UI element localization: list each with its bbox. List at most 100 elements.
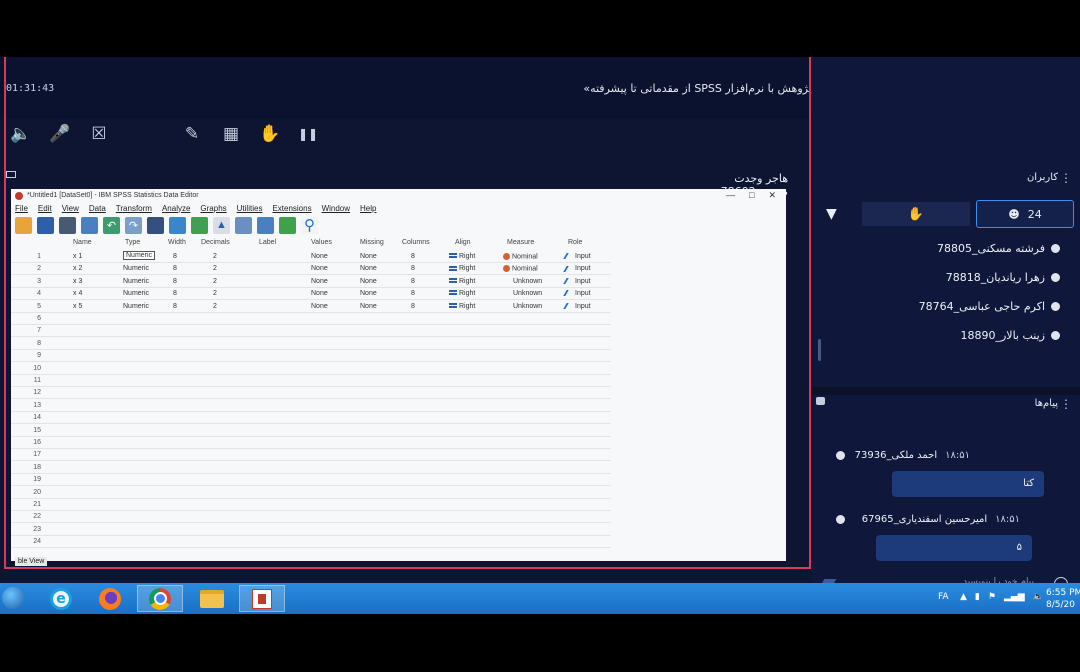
cell-align[interactable]: Right (449, 290, 475, 297)
taskbar-explorer[interactable] (189, 585, 235, 612)
row-number[interactable]: 3 (11, 278, 41, 285)
taskbar-spss[interactable] (239, 585, 285, 612)
row-number[interactable]: 10 (11, 365, 41, 372)
cell-values[interactable]: None (311, 265, 328, 272)
split-file-icon[interactable] (257, 216, 274, 234)
cell-missing[interactable]: None (360, 290, 377, 297)
recall-dialog-icon[interactable] (81, 216, 98, 234)
table-row[interactable]: 24 (11, 536, 611, 549)
cell-width[interactable]: 8 (173, 278, 177, 285)
cell-values[interactable]: None (311, 278, 328, 285)
cell-measure[interactable]: Unknown (503, 303, 542, 310)
cell-name[interactable]: x 2 (73, 265, 82, 272)
filter-icon[interactable]: ▼ (826, 206, 837, 222)
minimize-icon[interactable]: — (726, 190, 735, 201)
cell-dec[interactable]: 2 (213, 290, 217, 297)
row-number[interactable]: 5 (11, 303, 41, 310)
taskbar-chrome[interactable] (137, 585, 183, 612)
cell-type[interactable]: Numeric (123, 251, 156, 260)
table-row[interactable]: 14 (11, 412, 611, 425)
row-number[interactable]: 24 (11, 538, 41, 545)
user-list-scrollbar[interactable] (818, 339, 821, 361)
cell-missing[interactable]: None (360, 278, 377, 285)
table-row[interactable]: 11 (11, 375, 611, 387)
taskbar-clock[interactable]: 6:55 PM 8/5/20 (1046, 587, 1080, 611)
menu-file[interactable]: File (15, 204, 28, 213)
row-number[interactable]: 13 (11, 402, 41, 409)
find-icon[interactable]: ▲ (213, 216, 230, 234)
row-number[interactable]: 16 (11, 439, 41, 446)
row-number[interactable]: 11 (11, 377, 41, 384)
tray-volume-icon[interactable]: 🔈 (1033, 592, 1044, 602)
cell-cols[interactable]: 8 (411, 290, 415, 297)
table-row[interactable]: 8 (11, 338, 611, 350)
menu-extensions[interactable]: Extensions (272, 204, 311, 213)
row-number[interactable]: 21 (11, 501, 41, 508)
cell-dec[interactable]: 2 (213, 265, 217, 272)
variable-view-tab[interactable]: ble View (15, 557, 48, 566)
save-icon[interactable] (37, 216, 54, 234)
cell-missing[interactable]: None (360, 303, 377, 310)
menu-analyze[interactable]: Analyze (162, 204, 190, 213)
cell-name[interactable]: x 3 (73, 278, 82, 285)
col-header-name[interactable]: Name (73, 239, 92, 250)
cell-cols[interactable]: 8 (411, 303, 415, 310)
cell-values[interactable]: None (311, 303, 328, 310)
cell-align[interactable]: Right (449, 265, 475, 272)
list-item[interactable]: زهرا ریاندیان_78818 (946, 268, 1060, 286)
cell-width[interactable]: 8 (173, 265, 177, 272)
cell-measure[interactable]: Nominal (503, 253, 538, 260)
table-row[interactable]: 6 (11, 313, 611, 325)
col-header-role[interactable]: Role (568, 239, 582, 250)
cell-cols[interactable]: 8 (411, 265, 415, 272)
go-to-variable-icon[interactable] (169, 216, 186, 234)
maximize-icon[interactable]: □ (749, 190, 754, 201)
cell-dec[interactable]: 2 (213, 303, 217, 310)
table-row[interactable]: 2 x 2 Numeric 8 2 None None 8 Right Nominal Input (11, 263, 611, 276)
cell-role[interactable]: Input (563, 303, 591, 310)
menu-window[interactable]: Window (322, 204, 350, 213)
row-number[interactable]: 7 (11, 327, 41, 334)
cell-values[interactable]: None (311, 253, 328, 260)
row-number[interactable]: 14 (11, 414, 41, 421)
menu-edit[interactable]: Edit (38, 204, 52, 213)
go-to-case-icon[interactable] (147, 216, 164, 234)
cell-dec[interactable]: 2 (213, 278, 217, 285)
tray-network-icon[interactable]: ▮ (975, 592, 980, 602)
close-icon[interactable]: ✕ (768, 190, 776, 201)
more-options-icon[interactable]: ⋮ (1060, 171, 1072, 185)
more-options-icon[interactable]: ⋮ (1060, 397, 1072, 411)
variables-icon[interactable] (191, 216, 208, 234)
cell-width[interactable]: 8 (173, 303, 177, 310)
col-header-type[interactable]: Type (125, 239, 140, 250)
undo-icon[interactable]: ↶ (103, 216, 120, 234)
row-number[interactable]: 6 (11, 315, 41, 322)
list-item[interactable]: زینب بالار_18890 (961, 326, 1060, 344)
print-icon[interactable] (59, 216, 76, 234)
cell-name[interactable]: x 5 (73, 303, 82, 310)
tray-flag-icon[interactable]: ⚑ (988, 592, 996, 602)
insert-cases-icon[interactable] (235, 216, 252, 234)
col-header-align[interactable]: Align (455, 239, 471, 250)
table-row[interactable]: 17 (11, 449, 611, 462)
table-row[interactable]: 9 (11, 350, 611, 363)
start-button-icon[interactable] (2, 587, 24, 609)
row-number[interactable]: 1 (11, 253, 41, 260)
cell-missing[interactable]: None (360, 265, 377, 272)
cell-measure[interactable]: Nominal (503, 265, 538, 273)
cell-align[interactable]: Right (449, 303, 475, 310)
row-number[interactable]: 23 (11, 526, 41, 533)
menu-transform[interactable]: Transform (116, 204, 152, 213)
list-item[interactable]: اکرم حاجی عباسی_78764 (919, 297, 1060, 315)
table-row[interactable]: 20 (11, 487, 611, 499)
taskbar-ie[interactable]: e (38, 585, 84, 612)
table-row[interactable]: 1 x 1 Numeric 8 2 None None 8 Right Nominal Input (11, 251, 611, 263)
taskbar-firefox[interactable] (87, 585, 133, 612)
table-row[interactable]: 4 x 4 Numeric 8 2 None None 8 Right Unknown Input (11, 288, 611, 301)
table-row[interactable]: 23 (11, 524, 611, 536)
cell-role[interactable]: Input (563, 278, 591, 285)
cell-measure[interactable]: Unknown (503, 290, 542, 297)
row-number[interactable]: 9 (11, 352, 41, 359)
cell-name[interactable]: x 1 (73, 253, 82, 260)
cell-role[interactable]: Input (563, 290, 591, 297)
